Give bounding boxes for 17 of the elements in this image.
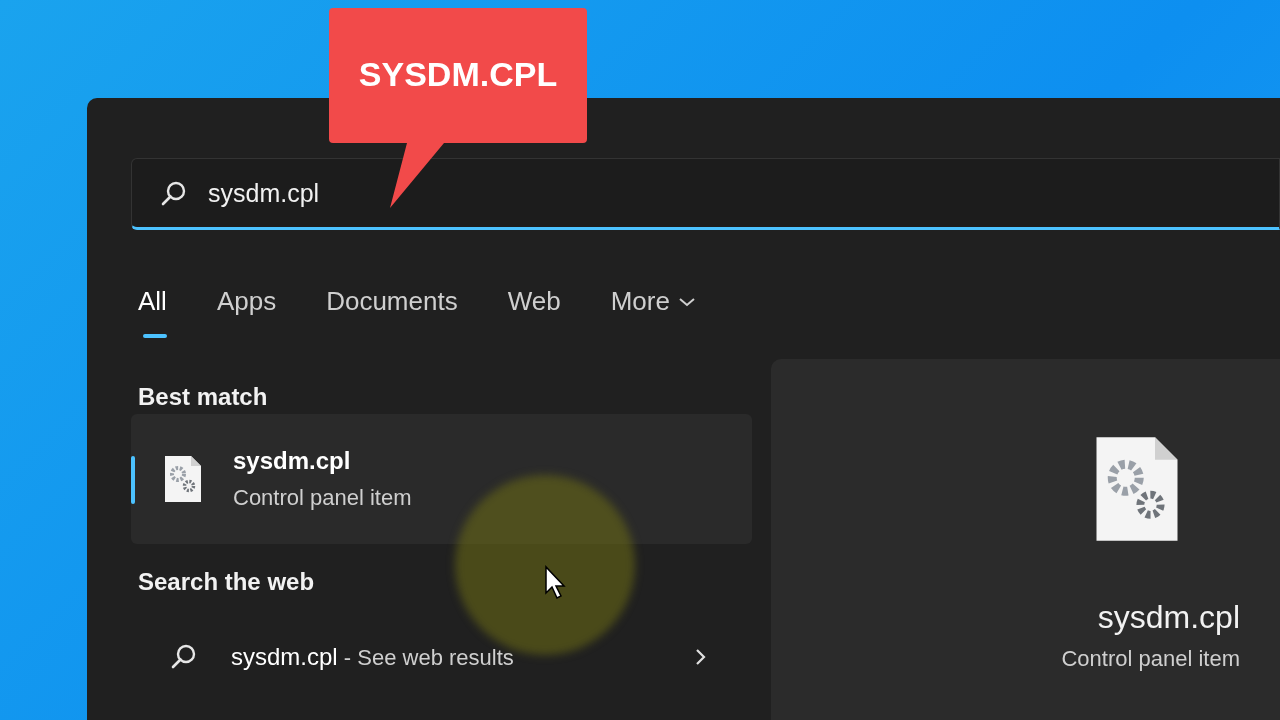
tab[interactable]: All bbox=[138, 286, 167, 338]
tab[interactable]: Apps bbox=[216, 286, 277, 338]
search-field[interactable]: sysdm.cpl bbox=[131, 158, 1280, 230]
section-heading: Best match bbox=[137, 382, 268, 412]
tab[interactable]: Web bbox=[507, 286, 561, 338]
web-result-item[interactable]: sysdm.cpl - See web results bbox=[131, 635, 752, 679]
result-item[interactable]: sysdm.cpl Control panel item bbox=[131, 414, 752, 544]
chevron-right-icon bbox=[694, 647, 708, 667]
preview-title: sysdm.cpl bbox=[1097, 599, 1240, 636]
chevron-down-icon bbox=[677, 296, 696, 308]
preview-subtitle: Control panel item bbox=[1061, 646, 1240, 672]
callout-text: SYSDM.CPL bbox=[357, 55, 559, 94]
tab[interactable]: Documents bbox=[326, 286, 458, 338]
settings-file-icon bbox=[163, 454, 203, 504]
cursor-icon bbox=[544, 565, 568, 601]
tab[interactable]: More bbox=[610, 286, 696, 338]
section-heading: Search the web bbox=[137, 567, 315, 597]
